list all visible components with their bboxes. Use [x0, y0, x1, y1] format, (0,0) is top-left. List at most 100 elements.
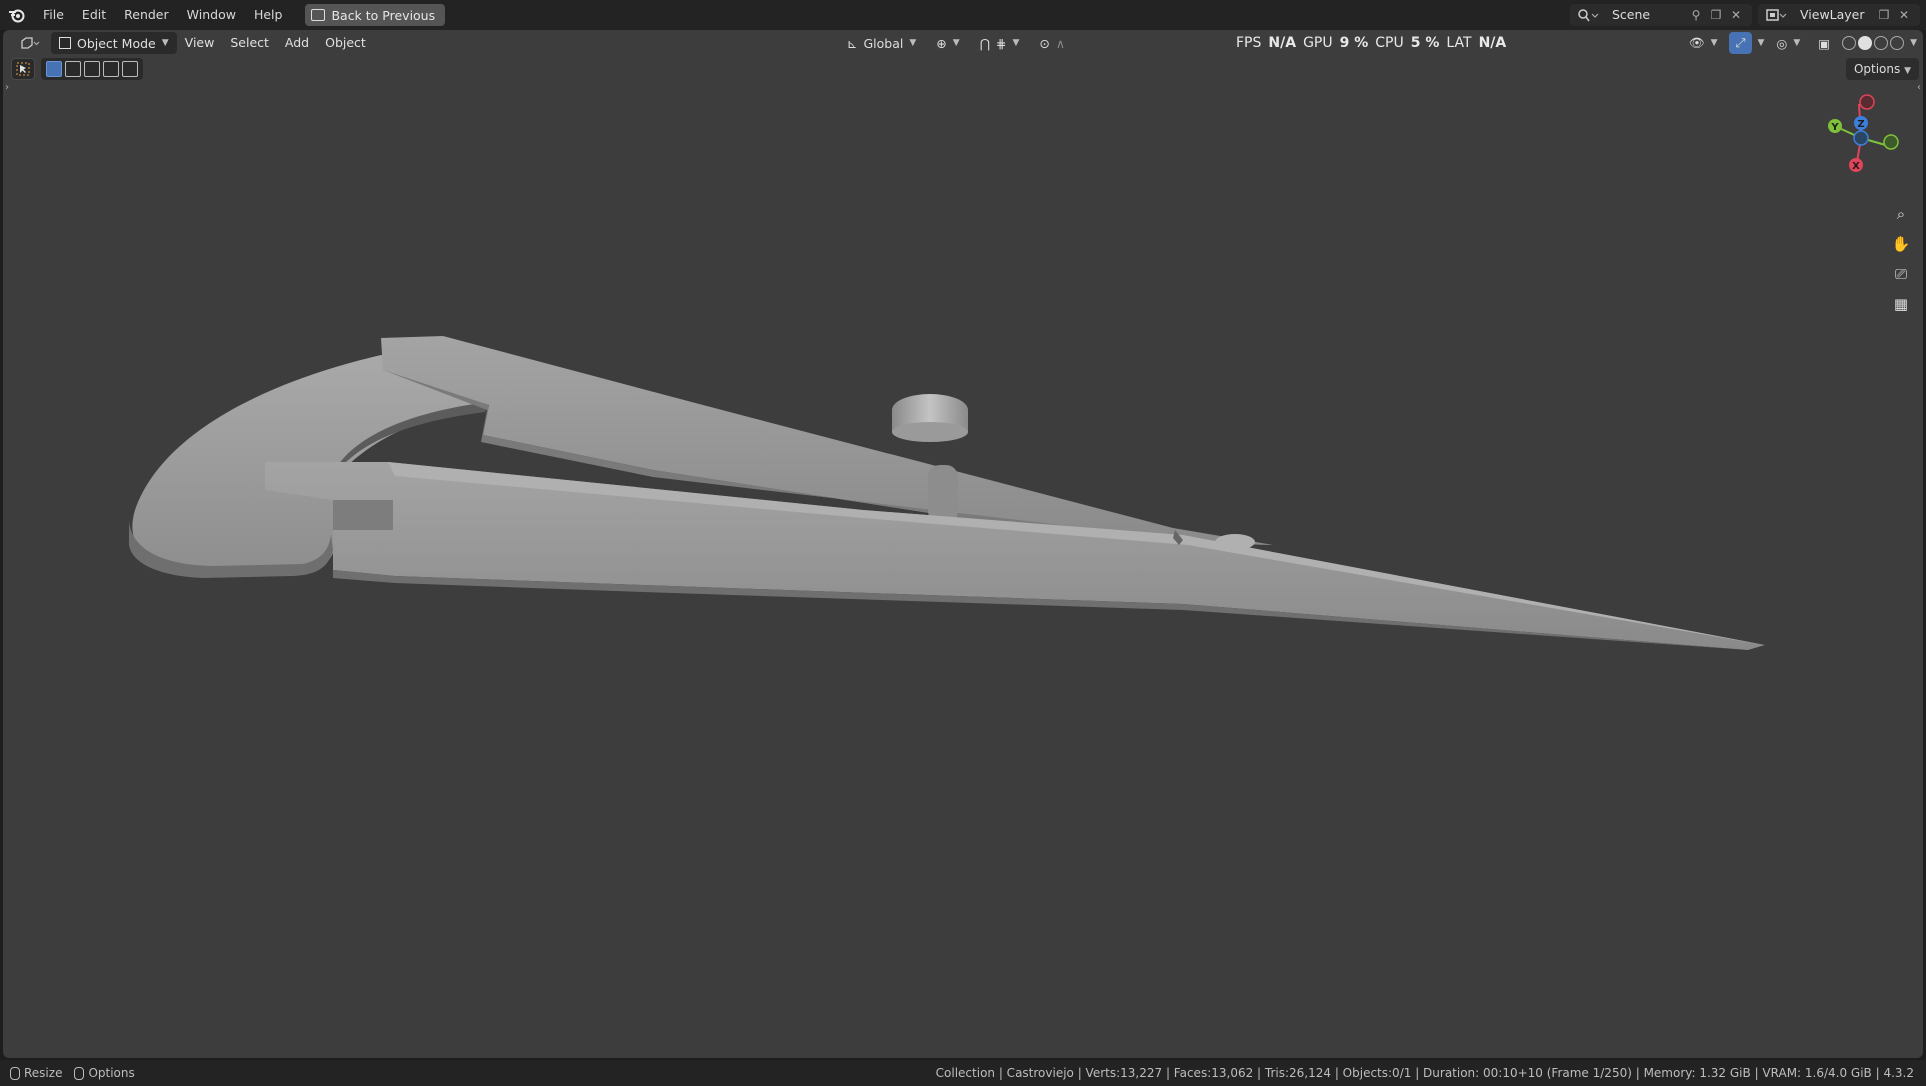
editor-type-icon[interactable] — [15, 32, 45, 54]
neg-y-ball-icon[interactable] — [1883, 134, 1899, 150]
pivot-knob-bottom — [892, 422, 968, 442]
orientation-label: Global — [863, 35, 904, 51]
back-to-previous-button[interactable]: Back to Previous — [305, 4, 446, 26]
mode-label: Object Mode — [77, 35, 156, 51]
menu-edit[interactable]: Edit — [73, 0, 115, 30]
options-label: Options — [1853, 62, 1901, 76]
pin-icon[interactable]: ⚲ — [1686, 4, 1706, 26]
rendered-shading-icon[interactable] — [1890, 36, 1905, 50]
menu-add[interactable]: Add — [277, 30, 317, 56]
object-mode-icon — [59, 37, 71, 49]
chevron-down-icon: ▼ — [1793, 38, 1801, 48]
scene-name-field[interactable]: Scene — [1606, 4, 1686, 26]
scene-icon[interactable] — [1570, 4, 1606, 26]
delete-view-layer-icon[interactable]: ✕ — [1894, 4, 1914, 26]
view-layer-icon[interactable] — [1758, 4, 1794, 26]
solid-shading-icon[interactable] — [1858, 36, 1873, 50]
visibility-select[interactable]: 👁 ▼ — [1683, 32, 1724, 54]
overlay-toggle[interactable]: ◎ ▼ — [1770, 32, 1806, 54]
options-dropdown[interactable]: Options ▼ — [1845, 58, 1919, 80]
menu-select[interactable]: Select — [222, 30, 277, 56]
menu-object[interactable]: Object — [317, 30, 374, 56]
chevron-down-icon: ▼ — [1012, 38, 1020, 48]
sidebar-expand-arrow-icon[interactable]: ‹ — [1917, 82, 1921, 93]
gizmo-toggle[interactable]: ⤢ — [1729, 32, 1752, 54]
snap-target-icon: ⋕ — [995, 35, 1007, 51]
menu-view[interactable]: View — [177, 30, 223, 56]
navigation-gizmo[interactable]: Y Z X — [1809, 90, 1909, 190]
back-screen-icon — [311, 9, 326, 21]
tool-header — [11, 58, 143, 80]
cpu-value: 5 % — [1410, 35, 1440, 51]
zoom-icon[interactable]: ⌕ — [1887, 200, 1915, 228]
hint-resize-label: Resize — [24, 1066, 63, 1080]
viewport-display-controls: 👁 ▼ ⤢ ▼ ◎ ▼ ▣ ▼ — [1683, 32, 1917, 54]
menu-help[interactable]: Help — [245, 0, 292, 30]
select-intersect-icon[interactable] — [122, 61, 138, 77]
new-scene-icon[interactable]: ❐ — [1706, 4, 1726, 26]
select-new-icon[interactable] — [46, 61, 62, 77]
pivot-post — [928, 465, 958, 523]
falloff-icon: ∧ — [1055, 35, 1065, 51]
pivot-icon: ⊕ — [936, 35, 947, 51]
menu-file[interactable]: File — [34, 0, 73, 30]
mode-selector[interactable]: Object Mode ▼ — [51, 32, 177, 54]
select-tool-icon[interactable] — [11, 58, 35, 80]
delete-scene-icon[interactable]: ✕ — [1726, 4, 1746, 26]
selection-mode-group — [41, 58, 143, 80]
menu-window[interactable]: Window — [178, 0, 245, 30]
chevron-down-icon: ▼ — [1710, 38, 1718, 48]
mouse-right-icon — [74, 1066, 85, 1080]
hint-options: Options — [74, 1066, 135, 1080]
menu-render[interactable]: Render — [115, 0, 178, 30]
neg-z-ball-icon[interactable] — [1853, 130, 1869, 146]
performance-overlay: FPS N/A GPU 9 % CPU 5 % LAT N/A — [1236, 30, 1506, 56]
top-menu-bar: File Edit Render Window Help Back to Pre… — [0, 0, 1926, 30]
blender-logo-icon[interactable] — [0, 0, 34, 30]
camera-view-icon[interactable]: ⎚ — [1887, 260, 1915, 288]
viewport-header: Object Mode ▼ View Select Add Object ⊾ G… — [3, 30, 1923, 56]
select-subtract-icon[interactable] — [84, 61, 100, 77]
lat-value: N/A — [1478, 35, 1507, 51]
view-layer-selector[interactable]: ViewLayer ❐ ✕ — [1758, 4, 1920, 26]
transform-orientation-select[interactable]: ⊾ Global ▼ — [841, 32, 922, 54]
proportional-edit-icon: ⊙ — [1039, 35, 1050, 51]
neg-x-ball-icon[interactable] — [1859, 94, 1875, 110]
blender-window: File Edit Render Window Help Back to Pre… — [0, 0, 1926, 1086]
back-to-previous-label: Back to Previous — [331, 7, 436, 23]
pivot-point-select[interactable]: ⊕ ▼ — [930, 32, 965, 54]
status-bar: Resize Options Collection | Castroviejo … — [0, 1060, 1926, 1086]
status-hints: Resize Options — [0, 1066, 135, 1080]
z-axis-label: Z — [1857, 119, 1864, 130]
lower-arm-slot — [333, 500, 393, 530]
material-shading-icon[interactable] — [1874, 36, 1889, 50]
scene-selector[interactable]: Scene ⚲ ❐ ✕ — [1570, 4, 1752, 26]
new-view-layer-icon[interactable]: ❐ — [1874, 4, 1894, 26]
shading-options-chevron-icon[interactable]: ▼ — [1910, 38, 1917, 48]
hint-options-label: Options — [88, 1066, 135, 1080]
y-axis-label: Y — [1830, 122, 1839, 133]
hint-resize: Resize — [10, 1066, 62, 1080]
cpu-label: CPU — [1375, 35, 1404, 51]
lat-label: LAT — [1446, 35, 1472, 51]
gizmo-options-chevron-icon[interactable]: ▼ — [1758, 38, 1765, 48]
transform-tools: ⊾ Global ▼ ⊕ ▼ ⋂ ⋕ ▼ ⊙ ∧ — [841, 32, 1071, 54]
xray-toggle[interactable]: ▣ — [1812, 32, 1836, 54]
3d-viewport[interactable]: Object Mode ▼ View Select Add Object ⊾ G… — [3, 30, 1923, 1058]
pan-hand-icon[interactable]: ✋ — [1887, 230, 1915, 258]
select-invert-icon[interactable] — [103, 61, 119, 77]
xray-icon: ▣ — [1818, 35, 1831, 51]
fps-value: N/A — [1268, 35, 1297, 51]
chevron-down-icon: ▼ — [1904, 66, 1911, 76]
view-layer-name-field[interactable]: ViewLayer — [1794, 4, 1874, 26]
select-extend-icon[interactable] — [65, 61, 81, 77]
perspective-grid-icon[interactable]: ▦ — [1887, 290, 1915, 318]
wireframe-shading-icon[interactable] — [1842, 36, 1857, 50]
toolbar-expand-arrow-icon[interactable]: › — [5, 82, 9, 93]
x-axis-label: X — [1852, 161, 1860, 172]
gpu-value: 9 % — [1339, 35, 1369, 51]
snap-toggle[interactable]: ⋂ ⋕ ▼ — [974, 32, 1026, 54]
overlay-icon: ◎ — [1776, 35, 1788, 51]
castroviejo-model[interactable] — [3, 30, 1923, 1058]
proportional-edit-toggle[interactable]: ⊙ ∧ — [1033, 32, 1071, 54]
